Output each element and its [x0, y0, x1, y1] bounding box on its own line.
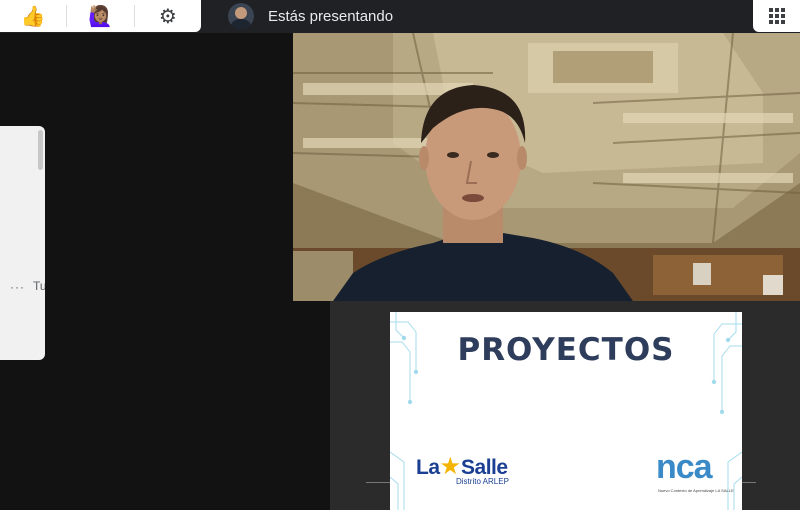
presentation-slide: PROYECTOS La★Salle Distrito ARLEP nca Nu…	[390, 312, 742, 510]
raise-hand-button[interactable]: 🙋🏽‍♀️	[67, 0, 133, 32]
nca-logo: nca Nuevo Contexto de Aprendizaje LA SAL…	[656, 448, 734, 493]
divider	[742, 482, 756, 483]
participant-video	[293, 33, 800, 301]
more-options-icon[interactable]: ···	[10, 280, 25, 294]
reactions-bar: 👍 🙋🏽‍♀️ ⚙	[0, 0, 201, 32]
side-panel-label: Tu	[33, 279, 45, 293]
scrollbar[interactable]	[38, 130, 43, 170]
lasalle-logo: La★Salle Distrito ARLEP	[416, 452, 509, 486]
gear-icon: ⚙	[158, 5, 177, 28]
logo-subtitle: Distrito ARLEP	[456, 477, 509, 486]
logo-subtitle: Nuevo Contexto de Aprendizaje LA SALLE	[658, 488, 734, 493]
logo-text: Salle	[461, 456, 508, 479]
raised-hand-icon: 🙋🏽‍♀️	[88, 5, 113, 28]
video-feed-image	[293, 33, 800, 301]
slide-title: PROYECTOS	[457, 332, 675, 368]
logo-text: La	[416, 456, 440, 479]
thumbs-up-icon: 👍	[20, 5, 46, 28]
presenting-indicator: Estás presentando	[228, 0, 393, 32]
grid-icon	[768, 8, 785, 24]
presenting-label: Estás presentando	[268, 7, 394, 25]
thumbs-up-reaction-button[interactable]: 👍	[0, 0, 66, 32]
star-icon: ★	[439, 453, 462, 480]
top-bar: 👍 🙋🏽‍♀️ ⚙ Estás presentando	[0, 0, 800, 33]
settings-button[interactable]: ⚙	[135, 0, 201, 32]
avatar	[228, 3, 254, 29]
layout-grid-button[interactable]	[753, 0, 800, 32]
logo-text: nca	[656, 448, 713, 486]
side-panel[interactable]: ··· Tu	[0, 126, 45, 360]
divider	[366, 482, 390, 483]
